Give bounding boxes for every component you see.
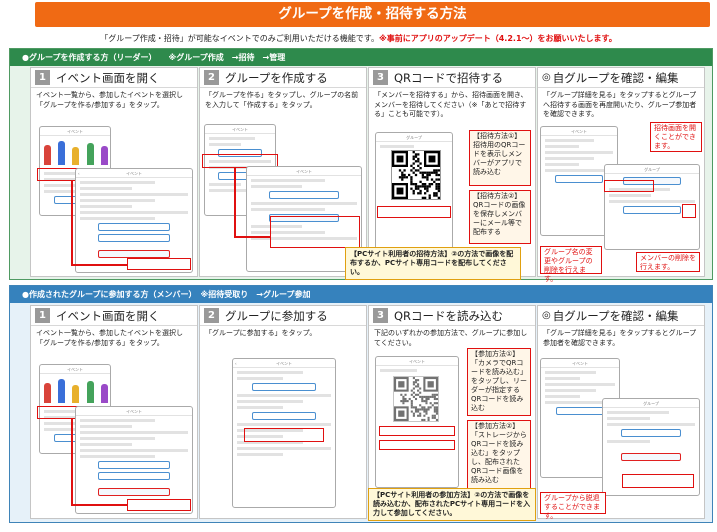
join-method-1: 【参加方法①】「カメラでQRコードを読み込む」をタップし、リーダーが指定するQR… xyxy=(467,348,531,416)
step-desc: イベント一覧から、参加したイベントを選択し「グループを作る/参加する」をタップ。 xyxy=(36,329,183,347)
group-name-highlight xyxy=(270,216,360,248)
member-step-4: ◎ 自グループを確認・編集 「グループ詳細を見る」をタップするとグループ参加者を確… xyxy=(537,305,705,520)
page-title: グループを作成・招待する方法 xyxy=(35,2,710,27)
storage-scan-highlight xyxy=(379,440,455,450)
leave-group-highlight xyxy=(622,474,694,488)
invite-method-1: 【招待方法①】招待用のQRコードを表示しメンバーがアプリで読み込む xyxy=(469,130,531,186)
reopen-invite-highlight xyxy=(604,180,654,192)
qr-code-graphic xyxy=(394,377,438,421)
remove-member-callout: メンバーの削除を行えます。 xyxy=(636,252,700,272)
phone-screenshot: イベント xyxy=(75,406,193,514)
join-method-2: 【参加方法②】「ストレージからQRコードを読み込む」をタップし、配布されたQRコ… xyxy=(467,420,531,490)
notice-update: ※事前にアプリのアップデート（4.2.1〜）をお願いいたします。 xyxy=(378,34,617,43)
step-number: 1 xyxy=(35,308,50,323)
remove-member-highlight xyxy=(682,204,696,218)
step-number: 3 xyxy=(373,308,388,323)
event-image xyxy=(40,137,110,165)
step-number: ◎ xyxy=(542,310,551,321)
leader-step-4: ◎ 自グループを確認・編集 「グループ詳細を見る」をタップするとグループへ招待する… xyxy=(537,67,705,283)
event-image xyxy=(40,375,110,403)
qr-scan-area xyxy=(393,376,439,422)
step-number: 3 xyxy=(373,70,388,85)
invite-method-2: 【招待方法②】QRコードの画像を保存しメンバーにメール等で配布する xyxy=(469,190,531,244)
step-desc: 「グループ詳細を見る」をタップするとグループ参加者を確認できます。 xyxy=(543,329,697,347)
step-number: ◎ xyxy=(542,72,551,83)
leader-step-3: 3 QRコードで招待する 「メンバーを招待する」から、招待画面を開き、メンバーを招… xyxy=(368,67,536,277)
save-qr-highlight xyxy=(377,206,451,218)
member-step-2: 2 グループに参加する 「グループに参加する」をタップ。 ‹ イベント xyxy=(199,305,367,519)
join-group-highlight xyxy=(244,428,324,442)
qr-code xyxy=(391,150,441,200)
step-number: 2 xyxy=(204,70,219,85)
leader-step-1: 1 イベント画面を開く イベント一覧から、参加したイベントを選択し「グループを作る… xyxy=(30,67,198,277)
leader-heading: ●グループを作成する方（リーダー） ※グループ作成 →招待 →管理 xyxy=(10,49,712,66)
step-title: QRコードを読み込む xyxy=(394,308,504,323)
back-icon: ‹ xyxy=(235,361,237,366)
back-icon: ‹ xyxy=(78,171,80,176)
step-title: 自グループを確認・編集 xyxy=(552,308,679,323)
step-desc: イベント一覧から、参加したイベントを選択し「グループを作る/参加する」をタップ。 xyxy=(36,91,183,109)
step-title: イベント画面を開く xyxy=(56,70,160,85)
step-title: 自グループを確認・編集 xyxy=(552,70,679,85)
step-desc: 「メンバーを招待する」から、招待画面を開き、メンバーを招待してください（※「あと… xyxy=(374,91,528,118)
member-step-3: 3 QRコードを読み込む 下記のいずれかの参加方法で、グループに参加してください。… xyxy=(368,305,536,519)
step-title: イベント画面を開く xyxy=(56,308,160,323)
step-desc: 下記のいずれかの参加方法で、グループに参加してください。 xyxy=(374,329,528,347)
notice-main: 「グループ作成・招待」が可能なイベントでのみご利用いただける機能です。 xyxy=(100,34,379,43)
member-step-1: 1 イベント画面を開く イベント一覧から、参加したイベントを選択し「グループを作る… xyxy=(30,305,198,519)
step-desc: 「グループに参加する」をタップ。 xyxy=(205,329,317,337)
step-number: 1 xyxy=(35,70,50,85)
notice: 「グループ作成・招待」が可能なイベントでのみご利用いただける機能です。※事前にア… xyxy=(0,33,717,44)
leader-step-2: 2 グループを作成する 「グループを作る」をタップし、グループの名前を入力して「作… xyxy=(199,67,367,277)
camera-scan-highlight xyxy=(379,426,455,436)
step-desc: 「グループを作る」をタップし、グループの名前を入力して「作成する」をタップ。 xyxy=(205,91,359,109)
rename-callout: グループ名の変更やグループの削除を行えます。 xyxy=(540,246,602,283)
pc-invite-note: 【PCサイト利用者の招待方法】②の方法で画像を配布するか、PCサイト専用コードを… xyxy=(345,247,521,280)
step-title: グループを作成する xyxy=(225,70,328,85)
step-title: QRコードで招待する xyxy=(394,70,504,85)
leave-group-callout: グループから脱退することができます。 xyxy=(540,492,606,520)
pc-join-note: 【PCサイト利用者の参加方法】②の方法で画像を読み込むか、配布されたPCサイト専… xyxy=(368,488,536,521)
join-button-highlight xyxy=(127,499,191,511)
step-desc: 「グループ詳細を見る」をタップするとグループへ招待する画面を再度開いたり、グルー… xyxy=(543,91,697,118)
step-title: グループに参加する xyxy=(225,308,328,323)
reopen-callout: 招待画面を開くことができます。 xyxy=(650,122,702,152)
qr-code-graphic xyxy=(392,151,440,199)
join-button-highlight xyxy=(127,258,191,270)
member-heading: ●作成されたグループに参加する方（メンバー） ※招待受取り →グループ参加 xyxy=(10,286,712,303)
step-number: 2 xyxy=(204,308,219,323)
